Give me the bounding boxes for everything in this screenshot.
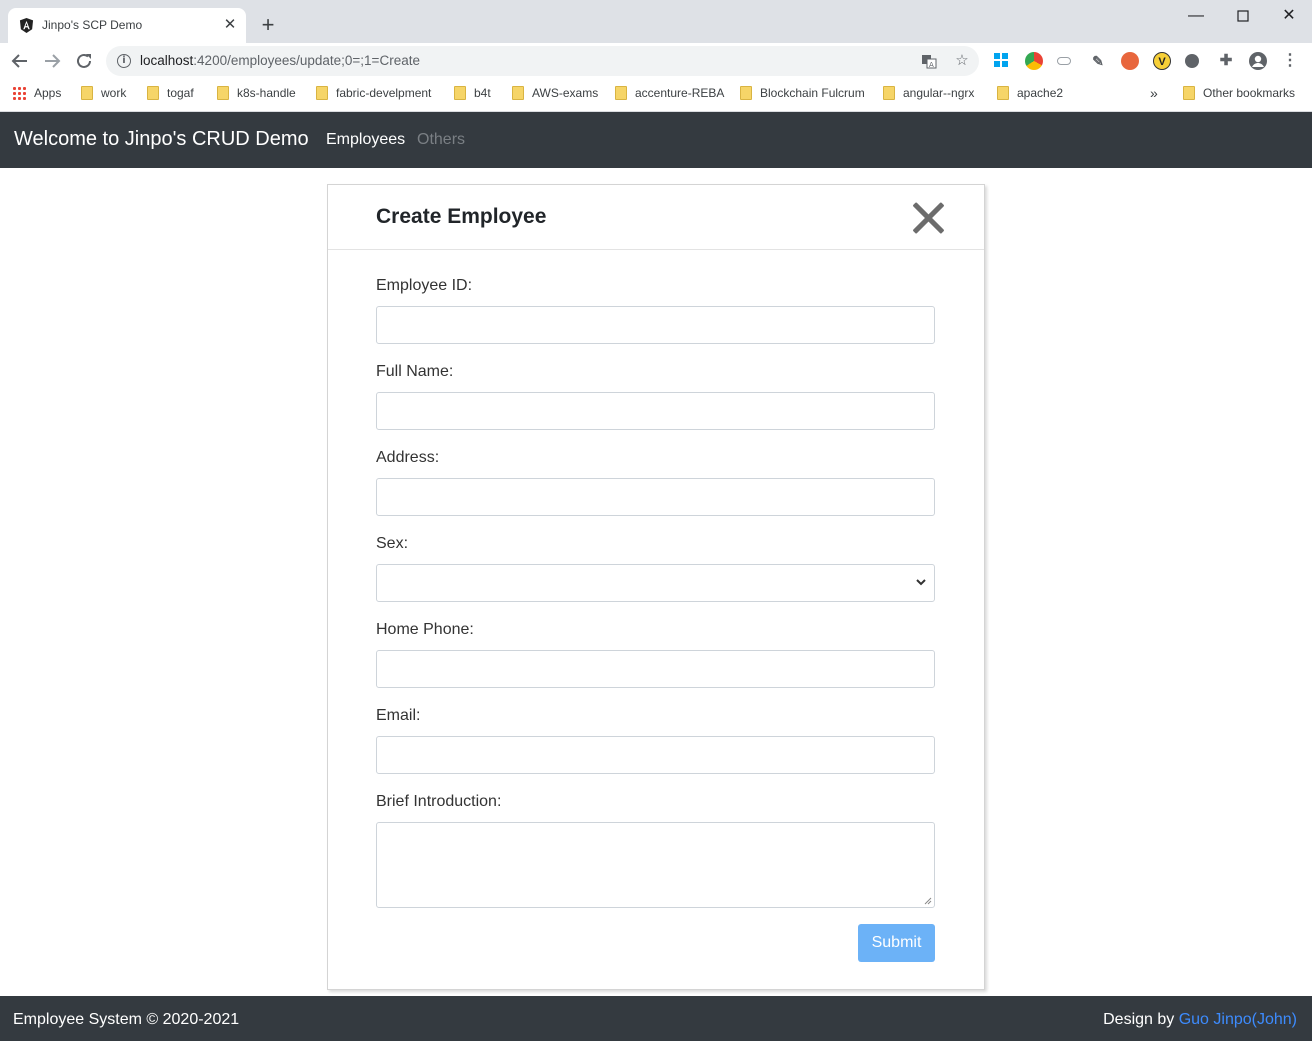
address-label: Address: xyxy=(376,449,440,466)
address-input[interactable] xyxy=(376,478,935,516)
email-label: Email: xyxy=(376,707,421,724)
folder-icon xyxy=(81,86,93,100)
folder-icon xyxy=(217,86,229,100)
bookmark-folder[interactable]: work xyxy=(81,85,126,105)
full-name-label: Full Name: xyxy=(376,363,454,380)
edit-extension-icon[interactable]: ✎ xyxy=(1089,52,1107,70)
folder-icon xyxy=(615,86,627,100)
forward-icon[interactable] xyxy=(40,49,64,73)
employee-id-label: Employee ID: xyxy=(376,277,473,294)
footer-copyright: Employee System © 2020-2021 xyxy=(13,1011,240,1028)
windows-extension-icon[interactable] xyxy=(992,52,1010,70)
site-info-icon[interactable]: i xyxy=(117,54,131,68)
minimize-icon[interactable]: — xyxy=(1184,5,1208,27)
page-title: Create Employee xyxy=(376,205,547,228)
bookmark-folder[interactable]: Blockchain Fulcrum xyxy=(740,85,865,105)
folder-icon xyxy=(1183,86,1195,100)
sex-label: Sex: xyxy=(376,535,409,552)
angular-icon xyxy=(19,18,34,33)
app-navbar: Welcome to Jinpo's CRUD Demo Employees O… xyxy=(0,112,1312,168)
star-icon[interactable]: ☆ xyxy=(952,51,972,71)
browser-tab-strip: Jinpo's SCP Demo ✕ + — ✕ xyxy=(0,0,1312,43)
browser-toolbar: i localhost:4200/employees/update;0=;1=C… xyxy=(0,43,1312,79)
sex-select[interactable] xyxy=(376,564,935,602)
folder-icon xyxy=(147,86,159,100)
brief-introduction-label: Brief Introduction: xyxy=(376,793,502,810)
bookmark-folder[interactable]: accenture-REBA xyxy=(615,85,724,105)
svg-text:A: A xyxy=(929,61,934,69)
translate-icon[interactable]: A xyxy=(919,51,939,71)
colorful-extension-icon[interactable] xyxy=(1025,52,1043,70)
app-footer: Employee System © 2020-2021 Design by Gu… xyxy=(0,996,1312,1041)
bookmark-folder[interactable]: angular--ngrx xyxy=(883,85,974,105)
v-extension-icon[interactable]: V xyxy=(1153,52,1171,70)
folder-icon xyxy=(316,86,328,100)
folder-icon xyxy=(740,86,752,100)
reload-icon[interactable] xyxy=(72,49,96,73)
footer-credit: Design by Guo Jinpo(John) xyxy=(1103,1011,1297,1028)
close-tab-icon[interactable]: ✕ xyxy=(222,17,238,33)
puzzle-extensions-icon[interactable]: ✚ xyxy=(1217,52,1235,70)
folder-icon xyxy=(883,86,895,100)
bookmark-apps[interactable]: Apps xyxy=(12,85,61,105)
browser-tab[interactable]: Jinpo's SCP Demo ✕ xyxy=(8,8,246,43)
bookmark-folder[interactable]: fabric-develpment xyxy=(316,85,431,105)
home-phone-input[interactable] xyxy=(376,650,935,688)
author-link[interactable]: Guo Jinpo(John) xyxy=(1179,1011,1297,1028)
nav-link-employees[interactable]: Employees xyxy=(326,131,405,149)
bookmark-folder[interactable]: k8s-handle xyxy=(217,85,296,105)
apps-grid-icon xyxy=(12,86,26,100)
navbar-brand[interactable]: Welcome to Jinpo's CRUD Demo xyxy=(14,128,309,151)
resize-grip-icon[interactable] xyxy=(924,897,932,905)
create-employee-card: Create Employee Employee ID: Full Name: … xyxy=(327,184,985,990)
new-tab-button[interactable]: + xyxy=(257,14,279,37)
bookmarks-bar: Apps work togaf k8s-handle fabric-develp… xyxy=(0,79,1312,112)
home-phone-label: Home Phone: xyxy=(376,621,474,638)
link-extension-icon[interactable] xyxy=(1057,57,1071,65)
orange-extension-icon[interactable] xyxy=(1121,52,1139,70)
nav-link-others[interactable]: Others xyxy=(417,131,465,149)
chevron-down-icon xyxy=(916,579,926,586)
employee-id-input[interactable] xyxy=(376,306,935,344)
profile-avatar-icon[interactable] xyxy=(1249,52,1267,70)
full-name-input[interactable] xyxy=(376,392,935,430)
card-header: Create Employee xyxy=(328,185,984,250)
folder-icon xyxy=(997,86,1009,100)
back-icon[interactable] xyxy=(8,49,32,73)
bookmark-folder[interactable]: togaf xyxy=(147,85,194,105)
gray-extension-icon[interactable] xyxy=(1185,54,1199,68)
url-text[interactable]: localhost:4200/employees/update;0=;1=Cre… xyxy=(140,53,420,68)
bookmark-other[interactable]: Other bookmarks xyxy=(1183,85,1295,105)
brief-introduction-textarea[interactable] xyxy=(376,822,935,908)
folder-icon xyxy=(512,86,524,100)
address-bar[interactable]: i localhost:4200/employees/update;0=;1=C… xyxy=(106,46,979,76)
bookmark-folder[interactable]: b4t xyxy=(454,85,491,105)
folder-icon xyxy=(454,86,466,100)
maximize-icon[interactable] xyxy=(1231,5,1255,27)
menu-kebab-icon[interactable]: ⋮ xyxy=(1281,52,1299,70)
close-window-icon[interactable]: ✕ xyxy=(1277,5,1301,27)
tab-title: Jinpo's SCP Demo xyxy=(42,18,143,32)
bookmarks-overflow-button[interactable]: » xyxy=(1150,85,1158,105)
submit-button[interactable]: Submit xyxy=(858,924,935,962)
bookmark-folder[interactable]: AWS-exams xyxy=(512,85,598,105)
bookmark-folder[interactable]: apache2 xyxy=(997,85,1063,105)
email-input[interactable] xyxy=(376,736,935,774)
close-icon[interactable] xyxy=(911,201,945,235)
